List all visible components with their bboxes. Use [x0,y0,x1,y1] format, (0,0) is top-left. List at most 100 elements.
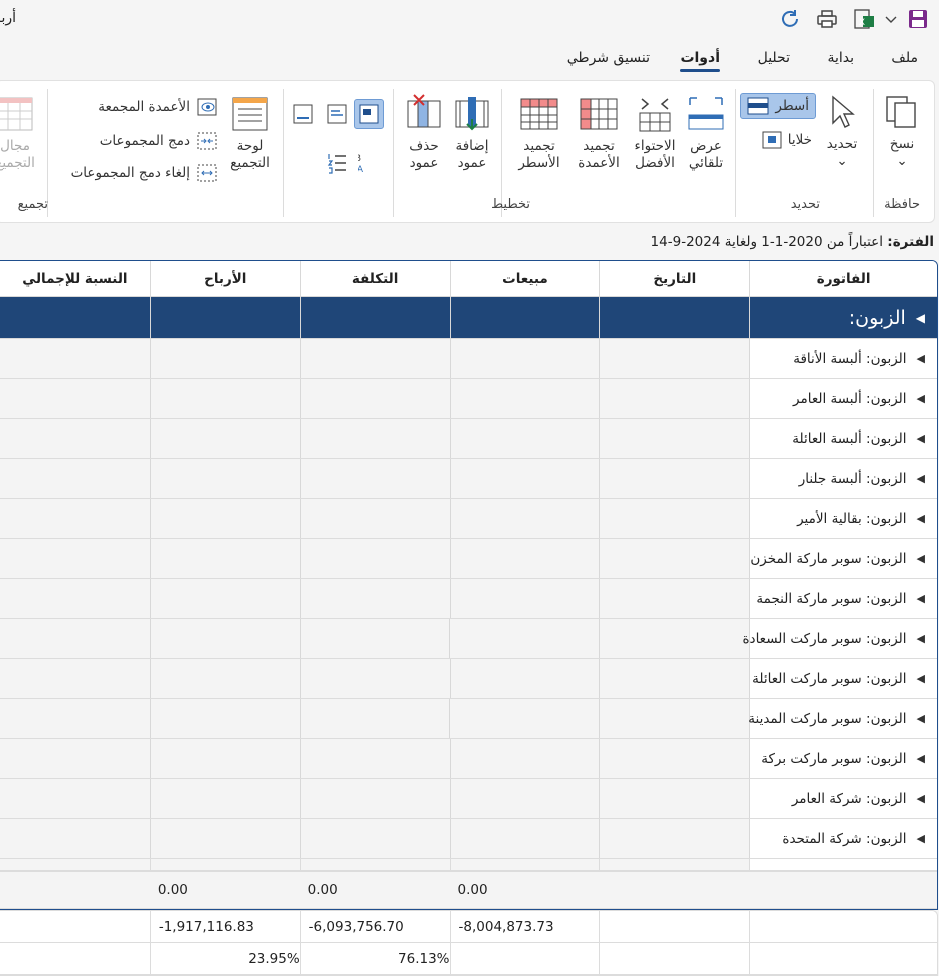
autofit-button[interactable]: عرض تلقائي [685,95,729,172]
freeze-columns-button[interactable]: تجميد الأعمدة [573,95,627,172]
expand-triangle-icon[interactable]: ◀ [918,592,926,605]
row-empty-cell [300,379,451,418]
table-row[interactable]: ◀ الزبون: سوبر ماركة المخزن [0,539,938,579]
expand-triangle-icon[interactable]: ◀ [918,632,926,645]
copy-button[interactable]: نسخ ⌄ [881,93,925,170]
col-header-date[interactable]: التاريخ [600,261,750,296]
numbered-list-button[interactable] [327,151,349,175]
layout-style-1-icon [360,104,380,124]
col-header-invoice[interactable]: الفاتورة [750,261,938,296]
bestfit-label-2: الأفضل [636,155,676,171]
table-row[interactable]: ◀ الزبون: شركة المتحدة [0,819,938,859]
chevron-down-icon[interactable] [884,6,900,32]
row-customer-cell: ◀ الزبون: سوبر ماركة النجمة [750,579,938,618]
col-header-profit[interactable]: الأرباح [150,261,301,296]
row-customer-cell: ◀ الزبون: سوبر ماركت بركة [750,739,938,778]
delete-column-button[interactable]: حذف عمود [403,93,447,172]
expand-triangle-icon[interactable]: ◀ [918,472,926,485]
layout-style-2-button[interactable] [327,103,349,125]
svg-text:X: X [860,18,866,28]
table-row[interactable]: ◀ الزبون: ألبسة العامر [0,379,938,419]
merge-groups-label: دمج المجموعات [100,133,191,149]
select-button[interactable]: تحديد ⌄ [821,95,865,170]
grouped-columns-button[interactable]: الأعمدة المجمعة [99,97,219,117]
expand-triangle-icon[interactable]: ◀ [918,512,926,525]
tab-tools[interactable]: أدوات [681,50,721,72]
expand-triangle-icon[interactable]: ◀ [918,392,926,405]
refresh-icon[interactable] [778,6,804,32]
tab-home[interactable]: بداية [828,50,855,66]
footer-cost-pct: 76.13% [300,943,451,974]
footer-sales-pct-cell [450,943,601,974]
row-empty-cell [300,659,451,698]
table-row[interactable]: ◀ الزبون: شركة العامر [0,779,938,819]
merge-groups-button[interactable]: دمج المجموعات [101,131,219,151]
copy-icon [887,96,917,128]
table-row[interactable]: ◀ الزبون: ألبسة جلنار [0,459,938,499]
row-customer-cell: ◀ الزبون: سوبر ماركت السعادة [743,619,938,658]
table-row[interactable]: ◀ الزبون: سوبر ماركت السعادة [0,619,938,659]
select-rows-button[interactable]: أسطر [741,93,817,119]
layout-style-3-button[interactable] [293,103,315,125]
select-cells-button[interactable]: خلايا [763,131,813,149]
footer-profit: -1,917,116.83 [150,911,301,942]
row-customer-label: الزبون: ألبسة العامر [794,390,908,407]
row-empty-cell [600,459,750,498]
table-row[interactable]: ◀ الزبون: سوبر ماركت العائلة [0,659,938,699]
col-header-cost[interactable]: التكلفة [300,261,451,296]
customer-rows: ◀ الزبون: ألبسة الأناقة ◀ الزبون: ألبسة الع… [0,339,938,859]
row-empty-cell [0,539,151,578]
unmerge-groups-button[interactable]: إلغاء دمج المجموعات [72,163,219,183]
tab-analysis[interactable]: تحليل [759,50,791,66]
tab-conditional-format[interactable]: تنسيق شرطي [568,50,651,66]
footer-date-cell [600,943,750,974]
expand-triangle-icon[interactable]: ◀ [918,712,926,725]
expand-triangle-icon[interactable]: ◀ [918,832,926,845]
freeze-rows-icon [521,98,559,130]
row-empty-cell [450,579,601,618]
grouping-range-button[interactable]: مجال التجميع [0,95,41,172]
table-row[interactable]: ◀ الزبون: سوبر ماركة النجمة [0,579,938,619]
row-customer-cell: ◀ الزبون: ألبسة العائلة [750,419,938,458]
expand-triangle-icon[interactable]: ◀ [918,672,926,685]
add-column-button[interactable]: إضافة عمود [451,93,495,172]
delete-column-label-1: حذف [410,138,440,154]
col-header-sales[interactable]: مبيعات [450,261,601,296]
grouping-panel-button[interactable]: لوحة التجميع [227,95,275,172]
grouped-columns-label: الأعمدة المجمعة [99,99,191,115]
row-customer-cell: ◀ الزبون: شركة العامر [750,779,938,818]
collapse-triangle-icon[interactable]: ◀ [917,311,926,325]
total-percent-cell [0,872,151,908]
expand-triangle-icon[interactable]: ◀ [918,792,926,805]
layout-style-2-icon [328,104,348,124]
table-row[interactable]: ◀ الزبون: بقالية الأمير [0,499,938,539]
sort-ab-button[interactable]: ABA [359,151,381,175]
expand-triangle-icon[interactable]: ◀ [918,552,926,565]
excel-export-icon[interactable]: X [852,6,878,32]
table-row[interactable]: ◀ الزبون: ألبسة الأناقة [0,339,938,379]
total-sales: 0.00 [458,882,489,898]
footer-cost-pct-value: 76.13% [399,950,451,967]
sort-ab-icon: ABA [359,154,365,175]
freeze-rows-button[interactable]: تجميد الأسطر [513,95,567,172]
layout-style-1-button[interactable] [355,99,385,129]
table-row[interactable]: ◀ الزبون: ألبسة العائلة [0,419,938,459]
print-icon[interactable] [815,6,841,32]
group-cell [150,297,301,338]
group-header-row[interactable]: ◀ الزبون: [0,297,938,339]
footer-date-cell [600,911,750,942]
expand-triangle-icon[interactable]: ◀ [918,352,926,365]
col-header-percent[interactable]: النسبة للإجمالي [0,261,151,296]
freeze-columns-label-2: الأعمدة [579,155,621,171]
save-icon[interactable] [906,6,932,32]
table-row[interactable]: ◀ الزبون: سوبر ماركت المدينة [0,699,938,739]
row-empty-cell [0,659,151,698]
row-empty-cell [150,339,301,378]
expand-triangle-icon[interactable]: ◀ [918,752,926,765]
table-row[interactable]: ◀ الزبون: سوبر ماركت بركة [0,739,938,779]
tab-file[interactable]: ملف [892,50,919,66]
bestfit-button[interactable]: الاحتواء الأفضل [631,95,681,172]
expand-triangle-icon[interactable]: ◀ [918,432,926,445]
group-header-title[interactable]: ◀ الزبون: [750,297,938,338]
total-profit: 0.00 [158,882,189,898]
